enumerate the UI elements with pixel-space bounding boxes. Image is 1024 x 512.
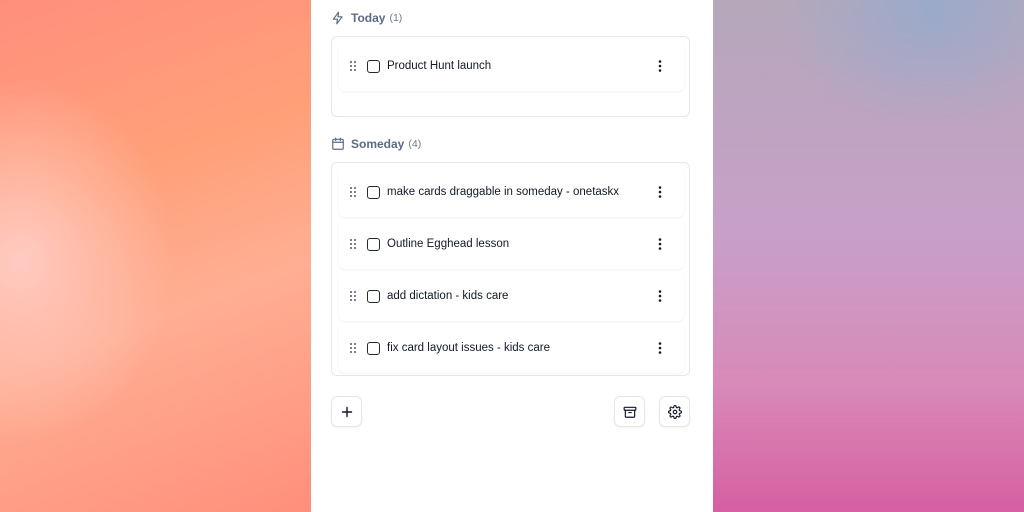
more-options-icon[interactable] xyxy=(652,338,668,358)
task-label: add dictation - kids care xyxy=(387,290,509,302)
task-checkbox[interactable] xyxy=(367,59,380,73)
calendar-icon xyxy=(331,137,345,151)
task-panel: Today (1) Product Hunt launch Someday (4… xyxy=(311,0,713,512)
task-card[interactable]: Product Hunt launch xyxy=(339,41,684,91)
more-options-icon[interactable] xyxy=(652,182,668,202)
drag-handle-icon[interactable] xyxy=(349,60,361,72)
task-checkbox[interactable] xyxy=(367,289,380,303)
task-card[interactable]: make cards draggable in someday - onetas… xyxy=(339,167,684,217)
someday-list: make cards draggable in someday - onetas… xyxy=(331,162,690,376)
task-label: make cards draggable in someday - onetas… xyxy=(387,186,620,198)
task-label: Product Hunt launch xyxy=(387,60,492,72)
more-options-icon[interactable] xyxy=(652,286,668,306)
drag-handle-icon[interactable] xyxy=(349,186,361,198)
plus-icon xyxy=(341,406,353,418)
task-card[interactable]: add dictation - kids care xyxy=(339,271,684,321)
drag-handle-icon[interactable] xyxy=(349,290,361,302)
drag-handle-icon[interactable] xyxy=(349,238,361,250)
task-card[interactable]: fix card layout issues - kids care xyxy=(339,323,684,373)
task-checkbox[interactable] xyxy=(367,185,380,199)
task-card[interactable]: Outline Egghead lesson xyxy=(339,219,684,269)
section-header-someday: Someday (4) xyxy=(331,134,421,154)
task-label: Outline Egghead lesson xyxy=(387,238,510,250)
lightning-icon xyxy=(331,11,345,25)
section-title: Today xyxy=(351,11,386,25)
section-header-today: Today (1) xyxy=(331,8,402,28)
today-list: Product Hunt launch xyxy=(331,36,690,117)
section-count: (4) xyxy=(408,138,422,150)
gear-icon xyxy=(667,404,682,419)
settings-button[interactable] xyxy=(659,396,690,427)
task-checkbox[interactable] xyxy=(367,237,380,251)
task-checkbox[interactable] xyxy=(367,341,380,355)
section-count: (1) xyxy=(389,12,403,24)
background-right xyxy=(713,0,1024,512)
task-label: fix card layout issues - kids care xyxy=(387,342,550,354)
more-options-icon[interactable] xyxy=(652,56,668,76)
archive-button[interactable] xyxy=(614,396,645,427)
add-task-button[interactable] xyxy=(331,396,362,427)
drag-handle-icon[interactable] xyxy=(349,342,361,354)
archive-icon xyxy=(623,405,637,419)
more-options-icon[interactable] xyxy=(652,234,668,254)
background-left xyxy=(0,0,311,512)
section-title: Someday xyxy=(351,137,405,151)
